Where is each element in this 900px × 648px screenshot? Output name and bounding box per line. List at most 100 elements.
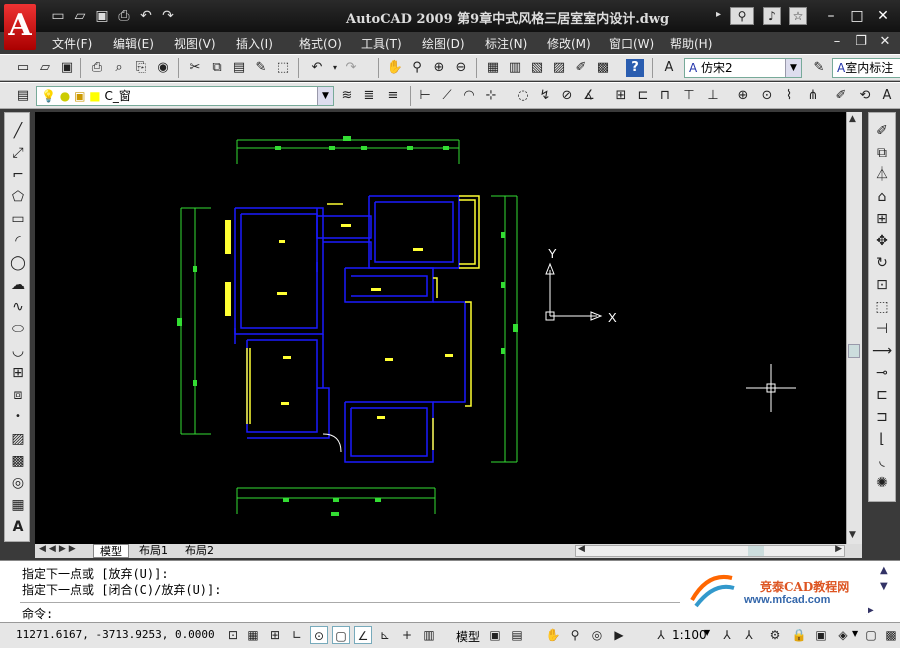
array-icon[interactable]: ⊞ — [872, 209, 892, 229]
break-at-point-icon[interactable]: ⊸ — [872, 363, 892, 383]
publish-icon[interactable]: ⎘ — [132, 59, 150, 77]
auto-scale-icon[interactable]: ⅄ — [740, 626, 758, 644]
hatch-icon[interactable]: ▨ — [8, 429, 28, 449]
spline-icon[interactable]: ∿ — [8, 297, 28, 317]
new-icon[interactable]: ▭ — [50, 8, 66, 24]
save-file-icon[interactable]: ▣ — [58, 59, 76, 77]
command-prompt[interactable]: 命令: — [22, 605, 53, 622]
menu-insert[interactable]: 插入(I) — [236, 35, 273, 52]
model-space-toggle[interactable]: 模型 — [456, 628, 480, 645]
print-icon[interactable]: ⎙ — [116, 8, 132, 24]
inspect-icon[interactable]: ⊙ — [758, 87, 776, 105]
line-icon[interactable]: ╱ — [8, 121, 28, 141]
make-block-icon[interactable]: ⧈ — [8, 385, 28, 405]
polar-icon[interactable]: ⊙ — [310, 626, 328, 644]
layer-dropdown[interactable]: 💡 ● ▣ ■ C_窗 ▼ — [36, 86, 334, 106]
infer-constraints-icon[interactable]: ⊡ — [224, 626, 242, 644]
help-icon[interactable]: ? — [626, 59, 644, 77]
minimize-button[interactable]: – — [822, 9, 840, 23]
horizontal-scrollbar[interactable]: ◀ ▶ — [575, 544, 845, 557]
table-icon[interactable]: ▦ — [8, 495, 28, 515]
autocad-logo-icon[interactable]: A — [4, 4, 36, 50]
vertical-scrollbar[interactable]: ▲ ▼ — [846, 112, 862, 544]
status-menu-icon[interactable]: ▼ — [852, 629, 858, 638]
layer-manager-icon[interactable]: ▤ — [14, 87, 32, 105]
tab-layout1[interactable]: 布局1 — [133, 544, 174, 558]
scroll-left-icon[interactable]: ◀ — [578, 544, 585, 554]
region-icon[interactable]: ◎ — [8, 473, 28, 493]
scale-icon[interactable]: ⊡ — [872, 275, 892, 295]
baseline-icon[interactable]: ⊏ — [634, 87, 652, 105]
open-file-icon[interactable]: ▱ — [36, 59, 54, 77]
revision-cloud-icon[interactable]: ☁ — [8, 275, 28, 295]
scroll-right-icon[interactable]: ▶ — [835, 544, 842, 554]
paste-icon[interactable]: ▤ — [230, 59, 248, 77]
explode-icon[interactable]: ✺ — [872, 473, 892, 493]
continue-icon[interactable]: ⊓ — [656, 87, 674, 105]
trim-icon[interactable]: ⊣ — [872, 319, 892, 339]
zoom-previous-icon[interactable]: ⊖ — [452, 59, 470, 77]
block-editor-icon[interactable]: ⬚ — [274, 59, 292, 77]
toolbar-lock-icon[interactable]: ▩ — [882, 626, 900, 644]
radius-dimension-icon[interactable]: ◌ — [514, 87, 532, 105]
cmd-scroll-down-icon[interactable]: ▼ — [880, 581, 888, 592]
coordinate-readout[interactable]: 11271.6167, -3713.9253, 0.0000 — [16, 628, 215, 641]
linear-dimension-icon[interactable]: ⊢ — [416, 87, 434, 105]
zoom-window-icon[interactable]: ⊕ — [430, 59, 448, 77]
tolerance-icon[interactable]: ⊥ — [704, 87, 722, 105]
scroll-thumb[interactable] — [848, 344, 860, 358]
jogged-linear-icon[interactable]: ⌇ — [780, 87, 798, 105]
chevron-down-icon[interactable]: ▼ — [785, 59, 801, 77]
gradient-icon[interactable]: ▩ — [8, 451, 28, 471]
redo-tool-icon[interactable]: ↷ — [342, 59, 360, 77]
rectangle-icon[interactable]: ▭ — [8, 209, 28, 229]
redo-icon[interactable]: ↷ — [160, 8, 176, 24]
quick-dimension-icon[interactable]: ⊞ — [612, 87, 630, 105]
point-icon[interactable]: • — [8, 407, 28, 427]
join-icon[interactable]: ⊐ — [872, 407, 892, 427]
angular-icon[interactable]: ∡ — [580, 87, 598, 105]
doc-minimize-button[interactable]: – — [828, 35, 846, 49]
polygon-icon[interactable]: ⬠ — [8, 187, 28, 207]
ducs-icon[interactable]: ⊾ — [376, 626, 394, 644]
tab-layout2[interactable]: 布局2 — [179, 544, 220, 558]
search-icon[interactable]: ⚲ — [730, 7, 754, 25]
menu-file[interactable]: 文件(F) — [52, 35, 92, 52]
menu-draw[interactable]: 绘图(D) — [422, 35, 465, 52]
scroll-up-icon[interactable]: ▲ — [849, 114, 856, 124]
text-style-icon[interactable]: A — [660, 59, 678, 77]
sheet-set-icon[interactable]: ▨ — [550, 59, 568, 77]
undo-icon[interactable]: ↶ — [138, 8, 154, 24]
layout-tabs-icon[interactable]: ▤ — [508, 626, 526, 644]
tool-palettes-icon[interactable]: ▧ — [528, 59, 546, 77]
jogged-icon[interactable]: ↯ — [536, 87, 554, 105]
ellipse-arc-icon[interactable]: ◡ — [8, 341, 28, 361]
cut-icon[interactable]: ✂ — [186, 59, 204, 77]
pan-status-icon[interactable]: ✋ — [544, 626, 562, 644]
arc-length-icon[interactable]: ◠ — [460, 87, 478, 105]
osnap-icon[interactable]: ▢ — [332, 626, 350, 644]
pan-icon[interactable]: ✋ — [386, 59, 404, 77]
make-current-layer-icon[interactable]: ≋ — [338, 87, 356, 105]
chamfer-icon[interactable]: ⌊ — [872, 429, 892, 449]
drawing-canvas[interactable]: Y X — [35, 112, 846, 544]
chevron-down-icon[interactable]: ▼ — [317, 87, 333, 105]
text-edit-icon[interactable]: ✐ — [832, 87, 850, 105]
play-icon[interactable]: ▸ — [716, 9, 721, 20]
text-style-dropdown[interactable]: A 仿宋2 ▼ — [684, 58, 802, 78]
construction-line-icon[interactable]: ⤢ — [8, 143, 28, 163]
menu-modify[interactable]: 修改(M) — [547, 35, 591, 52]
dimension-space-icon[interactable]: ⊤ — [680, 87, 698, 105]
scroll-down-icon[interactable]: ▼ — [849, 530, 856, 540]
multiline-text-icon[interactable]: A — [8, 517, 28, 537]
center-mark-icon[interactable]: ⊕ — [734, 87, 752, 105]
steering-wheel-icon[interactable]: ◎ — [588, 626, 606, 644]
save-icon[interactable]: ▣ — [94, 8, 110, 24]
annotation-scale-value[interactable]: 1:100 — [672, 628, 707, 642]
stretch-icon[interactable]: ⬚ — [872, 297, 892, 317]
layout-icon[interactable]: ▣ — [486, 626, 504, 644]
copy-object-icon[interactable]: ⧉ — [872, 143, 892, 163]
scale-dropdown-icon[interactable]: ▼ — [704, 628, 710, 637]
scroll-thumb[interactable] — [748, 546, 764, 556]
quickcalc-icon[interactable]: ▩ — [594, 59, 612, 77]
